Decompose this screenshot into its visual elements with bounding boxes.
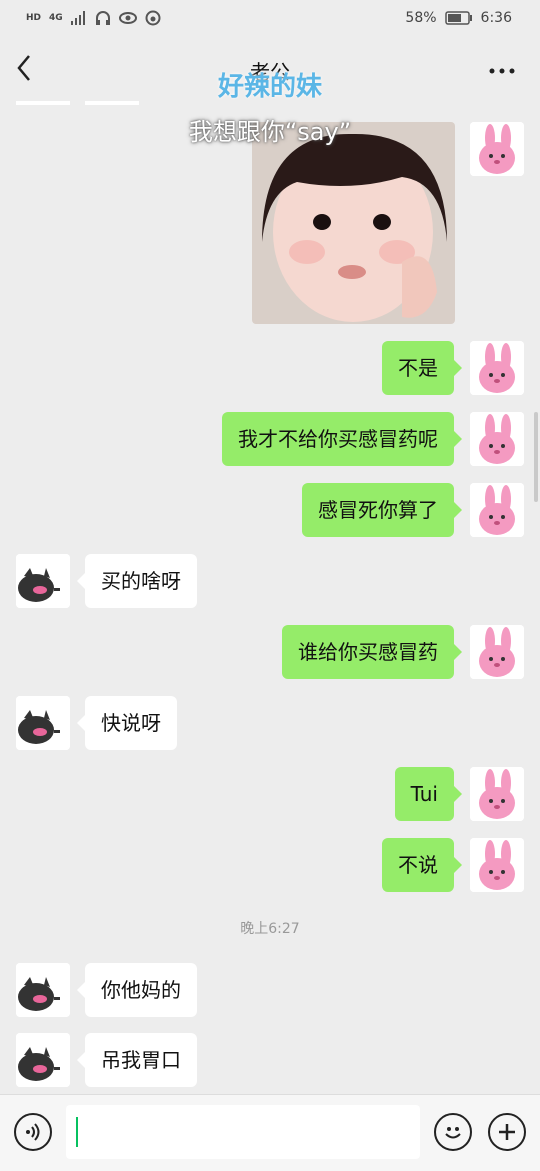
my-avatar[interactable] [470,412,524,466]
baby-sticker-image[interactable] [252,122,455,324]
pink-bunny-avatar-icon [470,767,524,821]
pink-bunny-avatar-icon [470,122,524,176]
black-pig-avatar-icon [16,696,70,750]
message-bubble-received[interactable]: 你他妈的 [77,963,197,1017]
message-bubble-received[interactable]: 快说呀 [77,696,177,750]
emoji-button[interactable] [434,1113,472,1151]
contact-avatar[interactable] [16,1033,70,1087]
sticker-caption-top: 好辣的妹 [217,72,322,102]
pink-bunny-avatar-icon [470,483,524,537]
voice-button[interactable] [14,1113,52,1151]
voice-icon [26,1123,40,1141]
baby-face-image [252,122,455,324]
battery-percent: 58% [405,10,437,26]
message-bubble-sent[interactable]: 不是 [382,341,462,395]
pink-bunny-avatar-icon [470,341,524,395]
plus-button[interactable] [488,1113,526,1151]
message-bubble-sent[interactable]: 不说 [382,838,462,892]
signal-icon [70,11,85,25]
message-input[interactable] [66,1105,420,1159]
my-avatar[interactable] [470,767,524,821]
pink-bunny-avatar-icon [470,625,524,679]
message-bubble-sent[interactable]: 谁给你买感冒药 [282,625,462,679]
sticker-caption-bottom: 我想跟你“say” [188,118,352,146]
contact-avatar[interactable] [16,554,70,608]
clock: 6:36 [480,10,512,26]
battery-icon [444,11,472,25]
message-bubble-received[interactable]: 买的啥呀 [77,554,197,608]
black-pig-avatar-icon [16,554,70,608]
my-avatar[interactable] [470,625,524,679]
black-pig-avatar-icon [16,1033,70,1087]
scrollbar[interactable] [534,412,538,502]
my-avatar[interactable] [470,341,524,395]
plus-icon [499,1124,515,1140]
my-avatar[interactable] [470,838,524,892]
emoji-icon [445,1127,461,1139]
black-pig-avatar-icon [16,963,70,1017]
message-bubble-sent[interactable]: Tui [394,767,463,821]
input-bar [0,1094,540,1171]
hd-icon: HD [26,12,42,23]
data-saver-icon [145,10,161,26]
status-bar: HD 4G 58% 6:36 [0,0,540,38]
text-cursor [76,1117,78,1147]
my-avatar[interactable] [470,483,524,537]
message-bubble-sent[interactable]: 感冒死你算了 [302,483,462,537]
timestamp-divider: 晚上6:27 [240,921,300,937]
message-bubble-received[interactable]: 吊我胃口 [77,1033,197,1087]
pink-bunny-avatar-icon [470,838,524,892]
pink-bunny-avatar-icon [470,412,524,466]
headset-icon [95,11,110,25]
contact-avatar[interactable] [16,696,70,750]
my-avatar[interactable] [470,122,524,176]
contact-avatar[interactable] [16,963,70,1017]
message-bubble-sent[interactable]: 我才不给你买感冒药呢 [222,412,462,466]
network-type: 4G [49,12,63,23]
eye-icon [118,12,137,24]
